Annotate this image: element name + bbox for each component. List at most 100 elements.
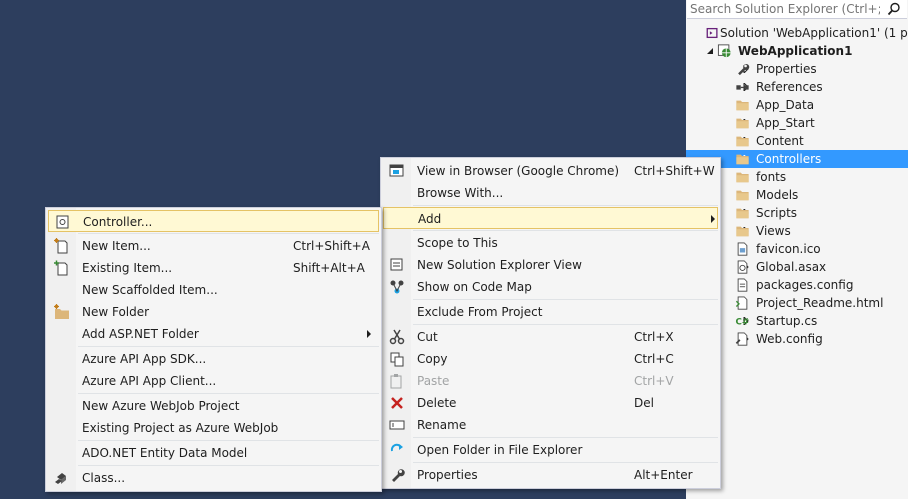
html-file-icon xyxy=(735,296,748,310)
menu-item-class[interactable]: Class... xyxy=(48,467,379,489)
menu-item-new-azure-webjob-project[interactable]: New Azure WebJob Project xyxy=(48,395,379,417)
menu-item-shortcut: Shift+Alt+A xyxy=(293,261,365,275)
tree-item-label: Views xyxy=(756,224,791,238)
menu-item-label: Azure API App SDK... xyxy=(82,352,207,366)
menu-item-new-scaffolded-item[interactable]: New Scaffolded Item... xyxy=(48,279,379,301)
menu-item-shortcut: Ctrl+X xyxy=(634,330,674,344)
menu-item-shortcut: Alt+Enter xyxy=(634,468,693,482)
menu-item-shortcut: Del xyxy=(634,396,654,410)
menu-item-label: Class... xyxy=(82,471,126,485)
search-input[interactable] xyxy=(690,1,880,17)
menu-item-exclude-from-project[interactable]: Exclude From Project xyxy=(383,301,718,323)
menu-item-label: New Folder xyxy=(82,305,150,319)
folder-icon xyxy=(736,136,749,147)
tree-item[interactable]: Solution 'WebApplication1' (1 project) xyxy=(686,24,908,42)
menu-item-shortcut: Ctrl+V xyxy=(634,374,674,388)
menu-separator xyxy=(413,230,718,231)
menu-item-add[interactable]: Add xyxy=(383,207,718,229)
menu-item-controller[interactable]: Controller... xyxy=(48,210,379,232)
menu-item-new-item[interactable]: New Item... Ctrl+Shift+A xyxy=(48,235,379,257)
references-icon xyxy=(736,85,749,90)
menu-item-label: Copy xyxy=(417,352,448,366)
menu-item-azure-api-app-sdk[interactable]: Azure API App SDK... xyxy=(48,348,379,370)
class-icon xyxy=(55,473,66,484)
menu-item-view-in-browser-google-chrome[interactable]: View in Browser (Google Chrome) Ctrl+Shif… xyxy=(383,160,718,182)
menu-item-label: Show on Code Map xyxy=(417,280,532,294)
new-item-icon xyxy=(54,238,68,254)
menu-item-existing-project-as-azure-webjob[interactable]: Existing Project as Azure WebJob xyxy=(48,417,379,439)
existing-item-icon xyxy=(54,260,68,276)
tree-item-label: Controllers xyxy=(756,152,822,166)
folder-icon xyxy=(736,226,749,237)
tree-item-label: packages.config xyxy=(756,278,854,292)
copy-icon xyxy=(390,352,404,367)
search-icon[interactable] xyxy=(887,2,901,16)
menu-item-label: New Azure WebJob Project xyxy=(82,399,240,413)
menu-item-open-folder-in-file-explorer[interactable]: Open Folder in File Explorer xyxy=(383,439,718,461)
browser-icon xyxy=(389,164,404,177)
menu-item-show-on-code-map[interactable]: Show on Code Map xyxy=(383,276,718,298)
web-project-icon xyxy=(717,44,731,58)
collapse-arrow-icon[interactable] xyxy=(706,47,714,55)
menu-separator xyxy=(78,346,379,347)
add-submenu: Controller... New Item... Ctrl+Shift+A Exis… xyxy=(45,207,382,492)
menu-item-browse-with[interactable]: Browse With... xyxy=(383,182,718,204)
folder-icon xyxy=(736,190,749,201)
rename-icon xyxy=(389,420,405,430)
tree-item[interactable]: Properties xyxy=(686,60,908,78)
new-folder-icon xyxy=(54,304,69,319)
tree-item-label: Startup.cs xyxy=(756,314,818,328)
menu-item-copy[interactable]: Copy Ctrl+C xyxy=(383,348,718,370)
asax-file-icon xyxy=(737,260,748,274)
menu-item-label: New Solution Explorer View xyxy=(417,258,582,272)
tree-item-label: Project_Readme.html xyxy=(756,296,884,310)
new-view-icon xyxy=(390,258,403,271)
menu-item-existing-item[interactable]: Existing Item... Shift+Alt+A xyxy=(48,257,379,279)
tree-item[interactable]: App_Data xyxy=(686,96,908,114)
tree-item[interactable]: References xyxy=(686,78,908,96)
config-file-icon xyxy=(737,278,748,292)
menu-item-shortcut: Ctrl+Shift+A xyxy=(293,239,370,253)
tree-item[interactable]: WebApplication1 xyxy=(686,42,908,60)
menu-item-ado-net-entity-data-model[interactable]: ADO.NET Entity Data Model xyxy=(48,442,379,464)
context-menu: View in Browser (Google Chrome) Ctrl+Shif… xyxy=(380,157,721,489)
menu-separator xyxy=(413,324,718,325)
tree-item-label: Scripts xyxy=(756,206,798,220)
tree-item-label: App_Data xyxy=(756,98,815,112)
menu-item-new-folder[interactable]: New Folder xyxy=(48,301,379,323)
menu-separator xyxy=(413,205,718,206)
tree-item-label: App_Start xyxy=(756,116,815,130)
menu-item-add-asp-net-folder[interactable]: Add ASP.NET Folder xyxy=(48,323,379,345)
tree-item[interactable]: Content xyxy=(686,132,908,150)
delete-icon xyxy=(391,397,403,409)
menu-item-label: Properties xyxy=(417,468,478,482)
folder-icon xyxy=(736,100,749,111)
csharp-file-icon: C# xyxy=(736,318,750,328)
menu-item-rename[interactable]: Rename xyxy=(383,414,718,436)
menu-item-label: Cut xyxy=(417,330,438,344)
folder-icon xyxy=(736,172,749,183)
menu-item-label: Browse With... xyxy=(417,186,504,200)
refresh-arrow-icon xyxy=(390,443,403,452)
svg-text:C#: C# xyxy=(736,318,750,328)
menu-item-label: Exclude From Project xyxy=(417,305,543,319)
menu-item-label: New Item... xyxy=(82,239,151,253)
image-file-icon xyxy=(737,242,748,256)
menu-item-scope-to-this[interactable]: Scope to This xyxy=(383,232,718,254)
solution-explorer-search xyxy=(687,0,907,19)
menu-item-label: Existing Project as Azure WebJob xyxy=(82,421,279,435)
menu-separator xyxy=(413,462,718,463)
menu-item-delete[interactable]: Delete Del xyxy=(383,392,718,414)
menu-item-azure-api-app-client[interactable]: Azure API App Client... xyxy=(48,370,379,392)
menu-separator xyxy=(413,437,718,438)
menu-item-properties[interactable]: Properties Alt+Enter xyxy=(383,464,718,486)
menu-item-cut[interactable]: Cut Ctrl+X xyxy=(383,326,718,348)
menu-separator xyxy=(78,233,379,234)
wrench-icon xyxy=(392,469,405,482)
tree-item-label: Properties xyxy=(756,62,817,76)
menu-item-label: Add ASP.NET Folder xyxy=(82,327,199,341)
tree-item[interactable]: App_Start xyxy=(686,114,908,132)
menu-item-label: Azure API App Client... xyxy=(82,374,217,388)
folder-icon xyxy=(736,154,749,165)
menu-item-new-solution-explorer-view[interactable]: New Solution Explorer View xyxy=(383,254,718,276)
